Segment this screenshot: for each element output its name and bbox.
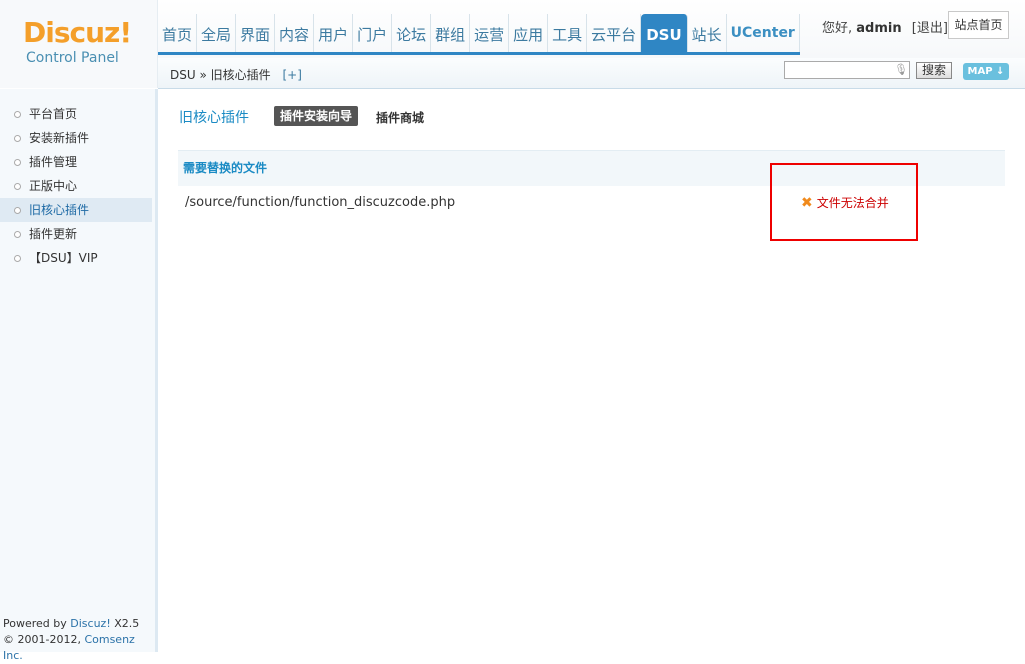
nav-dsu[interactable]: DSU (641, 14, 688, 54)
sidebar-footer: Powered by Discuz! X2.5 © 2001-2012, Com… (3, 616, 143, 664)
copyright-text: © 2001-2012, (3, 633, 81, 646)
nav-operation[interactable]: 运营 (470, 14, 510, 54)
file-path: /source/function/function_discuzcode.php (185, 195, 456, 210)
copyright: © 2001-2012, Comsenz Inc. (3, 632, 143, 664)
search-input[interactable] (784, 61, 910, 79)
breadcrumb-current: 旧核心插件 (210, 68, 271, 82)
nav-tools[interactable]: 工具 (548, 14, 588, 54)
highlight-annotation-box (770, 163, 918, 241)
sidebar-item-label: 旧核心插件 (29, 203, 90, 217)
breadcrumb-root[interactable]: DSU (170, 68, 196, 82)
tab-plugin-store[interactable]: 插件商城 (376, 109, 424, 126)
site-home-button[interactable]: 站点首页 (948, 11, 1009, 39)
bullet-icon (14, 135, 21, 142)
sidebar-item-install-plugin[interactable]: 安装新插件 (0, 126, 152, 150)
top-navigation: 首页 全局 界面 内容 用户 门户 论坛 群组 运营 应用 工具 云平台 DSU… (158, 14, 800, 54)
powered-by: Powered by Discuz! X2.5 (3, 616, 143, 632)
logo-text: Discuz! (23, 16, 132, 49)
discuz-link[interactable]: Discuz! (70, 617, 110, 630)
logo-subtitle: Control Panel (26, 50, 119, 66)
sidebar-menu: 平台首页 安装新插件 插件管理 正版中心 旧核心插件 插件更新 【DSU】VIP (0, 102, 152, 270)
logout-link[interactable]: [退出] (912, 21, 948, 36)
greeting: 您好, (822, 21, 853, 36)
sidebar-item-platform-home[interactable]: 平台首页 (0, 102, 152, 126)
nav-group[interactable]: 群组 (431, 14, 471, 54)
sidebar-item-label: 插件更新 (29, 227, 78, 241)
breadcrumb-bar: DSU » 旧核心插件 [+] 🎙 搜索 MAP ↓ (158, 58, 1025, 89)
sidebar-item-genuine-center[interactable]: 正版中心 (0, 174, 152, 198)
username: admin (856, 21, 902, 36)
sidebar-item-old-core-plugins[interactable]: 旧核心插件 (0, 198, 152, 222)
nav-cloud[interactable]: 云平台 (587, 14, 642, 54)
header: Discuz! Control Panel 首页 全局 界面 内容 用户 门户 … (0, 0, 1025, 88)
sidebar-item-label: 安装新插件 (29, 131, 90, 145)
search-button[interactable]: 搜索 (916, 62, 952, 79)
sidebar: 平台首页 安装新插件 插件管理 正版中心 旧核心插件 插件更新 【DSU】VIP (0, 89, 158, 662)
map-button[interactable]: MAP ↓ (963, 63, 1009, 80)
nav-interface[interactable]: 界面 (236, 14, 276, 54)
user-box: 您好, admin [退出] (822, 17, 948, 36)
bullet-icon (14, 231, 21, 238)
bullet-icon (14, 111, 21, 118)
add-shortcut-link[interactable]: [+] (282, 68, 301, 82)
sidebar-item-label: 正版中心 (29, 179, 78, 193)
bullet-icon (14, 183, 21, 190)
sidebar-item-plugin-update[interactable]: 插件更新 (0, 222, 152, 246)
breadcrumb-separator: » (199, 68, 207, 82)
nav-portal[interactable]: 门户 (353, 14, 393, 54)
bullet-icon (14, 255, 21, 262)
tab-install-wizard[interactable]: 插件安装向导 (274, 106, 359, 126)
sidebar-item-dsu-vip[interactable]: 【DSU】VIP (0, 246, 152, 270)
sidebar-item-label: 【DSU】VIP (29, 251, 98, 265)
sidebar-item-label: 平台首页 (29, 107, 78, 121)
sidebar-item-plugin-manage[interactable]: 插件管理 (0, 150, 152, 174)
powered-label: Powered by (3, 617, 67, 630)
bullet-icon (14, 207, 21, 214)
nav-ucenter[interactable]: UCenter (727, 14, 800, 54)
nav-underline (158, 52, 800, 55)
breadcrumb: DSU » 旧核心插件 [+] (170, 66, 302, 83)
page-title: 旧核心插件 (179, 110, 249, 126)
microphone-icon[interactable]: 🎙 (894, 63, 908, 77)
nav-home[interactable]: 首页 (158, 14, 198, 54)
nav-apps[interactable]: 应用 (509, 14, 549, 54)
nav-forum[interactable]: 论坛 (392, 14, 432, 54)
version-text: X2.5 (114, 617, 140, 630)
bullet-icon (14, 159, 21, 166)
nav-global[interactable]: 全局 (197, 14, 237, 54)
logo[interactable]: Discuz! Control Panel (0, 0, 158, 88)
nav-webmaster[interactable]: 站长 (688, 14, 727, 54)
sidebar-item-label: 插件管理 (29, 155, 78, 169)
nav-users[interactable]: 用户 (314, 14, 354, 54)
nav-content[interactable]: 内容 (275, 14, 315, 54)
